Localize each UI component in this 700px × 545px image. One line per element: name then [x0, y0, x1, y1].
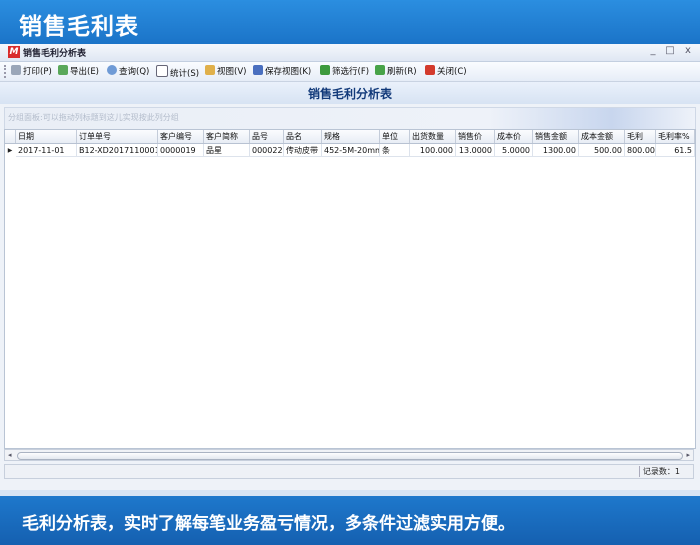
export-button[interactable]: 导出(E) — [58, 65, 99, 79]
row-indicator-header — [5, 130, 16, 143]
view-icon — [205, 65, 215, 75]
cell-customer-name[interactable]: 品星 — [204, 144, 250, 157]
maximize-button[interactable]: □ — [663, 45, 677, 56]
export-icon — [58, 65, 68, 75]
cell-item-name[interactable]: 传动皮带 — [284, 144, 322, 157]
app-window: M 销售毛利分析表 _ □ x 打印(P) 导出(E) 查询(Q) 统计(S) … — [0, 44, 700, 491]
top-banner: 销售毛利表 — [0, 0, 700, 44]
toolbar: 打印(P) 导出(E) 查询(Q) 统计(S) 视图(V) 保存视图(K) 筛选… — [0, 62, 700, 82]
refresh-button[interactable]: 刷新(R) — [375, 65, 417, 79]
bottom-banner: 毛利分析表，实时了解每笔业务盈亏情况，多条件过滤实用方便。 — [0, 496, 700, 545]
close-button[interactable]: 关闭(C) — [425, 65, 467, 79]
record-count: 记录数：1 — [638, 466, 683, 477]
group-panel-hint: 分组面板:可以拖动列标题到这儿实现按此列分组 — [8, 113, 179, 122]
report-title: 销售毛利分析表 — [307, 87, 392, 101]
group-panel[interactable]: 分组面板:可以拖动列标题到这儿实现按此列分组 — [4, 107, 696, 130]
close-window-button[interactable]: x — [681, 45, 695, 56]
cell-customer-code[interactable]: 0000019 — [158, 144, 204, 157]
column-header-sale-price[interactable]: 销售价 — [456, 130, 495, 143]
view-button[interactable]: 视图(V) — [205, 65, 246, 79]
stats-icon — [156, 65, 168, 77]
current-row-arrow-icon: ▶ — [7, 147, 13, 154]
table-row[interactable]: ▶ 2017-11-01 B12-XD2017110001 0000019 品星… — [5, 144, 695, 157]
cell-gross-profit[interactable]: 800.00 — [625, 144, 656, 157]
cell-ship-qty[interactable]: 100.000 — [410, 144, 456, 157]
column-header-cost-amount[interactable]: 成本金额 — [579, 130, 625, 143]
column-header-gross-profit[interactable]: 毛利 — [625, 130, 656, 143]
cell-sale-amount[interactable]: 1300.00 — [533, 144, 579, 157]
column-header-spec[interactable]: 规格 — [322, 130, 380, 143]
column-header-order-no[interactable]: 订单单号 — [77, 130, 158, 143]
horizontal-scrollbar[interactable]: ◂ ▸ — [4, 449, 694, 461]
filter-icon — [320, 65, 330, 75]
cell-unit[interactable]: 条 — [380, 144, 410, 157]
column-header-customer-name[interactable]: 客户简称 — [204, 130, 250, 143]
banner-title: 销售毛利表 — [19, 14, 139, 40]
scroll-right-icon[interactable]: ▸ — [686, 451, 690, 459]
column-header-unit[interactable]: 单位 — [380, 130, 410, 143]
refresh-icon — [375, 65, 385, 75]
grid-header-row: 日期 订单单号 客户编号 客户简称 品号 品名 规格 单位 出货数量 销售价 成… — [5, 130, 695, 144]
close-icon — [425, 65, 435, 75]
data-grid: 日期 订单单号 客户编号 客户简称 品号 品名 规格 单位 出货数量 销售价 成… — [4, 129, 696, 449]
stats-button[interactable]: 统计(S) — [156, 65, 199, 79]
cell-order-no[interactable]: B12-XD2017110001 — [77, 144, 158, 157]
window-titlebar: M 销售毛利分析表 _ □ x — [0, 44, 700, 62]
column-header-item-name[interactable]: 品名 — [284, 130, 322, 143]
app-logo-icon: M — [8, 46, 20, 58]
print-button[interactable]: 打印(P) — [11, 65, 52, 79]
column-header-cost-price[interactable]: 成本价 — [495, 130, 533, 143]
column-header-margin-pct[interactable]: 毛利率% — [656, 130, 695, 143]
cell-item-no[interactable]: 000022 — [250, 144, 284, 157]
search-icon — [107, 65, 117, 75]
column-header-date[interactable]: 日期 — [16, 130, 77, 143]
column-header-ship-qty[interactable]: 出货数量 — [410, 130, 456, 143]
cell-date[interactable]: 2017-11-01 — [16, 144, 77, 157]
scrollbar-thumb[interactable] — [17, 452, 683, 460]
window-title: 销售毛利分析表 — [23, 49, 87, 59]
column-header-item-no[interactable]: 品号 — [250, 130, 284, 143]
printer-icon — [11, 65, 21, 75]
column-header-customer-code[interactable]: 客户编号 — [158, 130, 204, 143]
status-bar: 记录数：1 — [4, 464, 694, 479]
query-button[interactable]: 查询(Q) — [107, 65, 149, 79]
cell-spec[interactable]: 452-5M-20mm — [322, 144, 380, 157]
cell-margin-pct[interactable]: 61.5 — [656, 144, 695, 157]
banner-caption: 毛利分析表，实时了解每笔业务盈亏情况，多条件过滤实用方便。 — [22, 514, 515, 534]
cell-sale-price[interactable]: 13.0000 — [456, 144, 495, 157]
scroll-left-icon[interactable]: ◂ — [8, 451, 12, 459]
save-view-icon — [253, 65, 263, 75]
toolbar-grip[interactable] — [4, 65, 9, 78]
filter-rows-button[interactable]: 筛选行(F) — [320, 65, 369, 79]
cell-cost-amount[interactable]: 500.00 — [579, 144, 625, 157]
save-view-button[interactable]: 保存视图(K) — [253, 65, 311, 79]
report-header: 销售毛利分析表 — [0, 82, 700, 104]
minimize-button[interactable]: _ — [646, 45, 660, 56]
cell-cost-price[interactable]: 5.0000 — [495, 144, 533, 157]
column-header-sale-amount[interactable]: 销售金额 — [533, 130, 579, 143]
